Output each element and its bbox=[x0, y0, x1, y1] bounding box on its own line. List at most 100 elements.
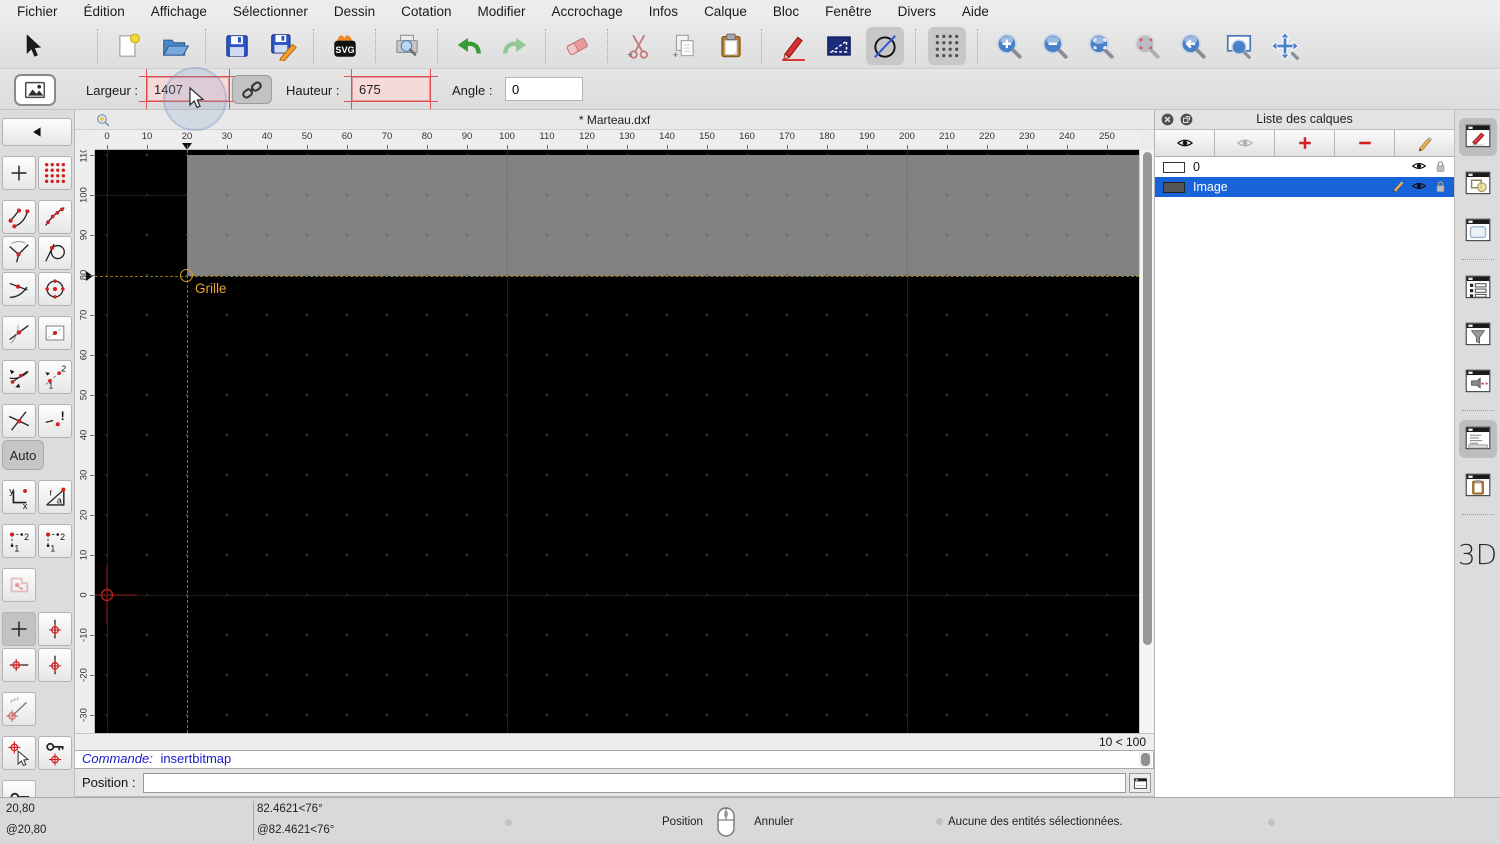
snap-grid-button[interactable] bbox=[38, 156, 72, 190]
canvas-vscroll-thumb[interactable] bbox=[1143, 152, 1152, 645]
svg-export-button[interactable] bbox=[326, 27, 364, 65]
layer-row-image[interactable]: Image bbox=[1155, 177, 1454, 197]
cut-button[interactable] bbox=[620, 27, 658, 65]
save-button[interactable] bbox=[218, 27, 256, 65]
snap-distance-button[interactable] bbox=[38, 404, 72, 438]
dock-command-button[interactable] bbox=[1458, 420, 1497, 458]
layer-visibility-icon[interactable] bbox=[1411, 178, 1427, 194]
eraser-button[interactable] bbox=[558, 27, 596, 65]
dock-clipboard-button[interactable] bbox=[1459, 467, 1497, 505]
zoom-in-button[interactable] bbox=[990, 27, 1028, 65]
menu-infos[interactable]: Infos bbox=[636, 4, 691, 19]
remove-layer-button[interactable] bbox=[1335, 130, 1395, 156]
layer-edit-icon[interactable] bbox=[1391, 179, 1405, 193]
dock-layer-edit-button[interactable] bbox=[1458, 118, 1497, 156]
dock-filter-button[interactable] bbox=[1459, 316, 1497, 354]
zoom-select-button[interactable] bbox=[1128, 27, 1166, 65]
back-button[interactable] bbox=[2, 118, 72, 146]
lock-relative-zero-button[interactable] bbox=[38, 736, 72, 770]
restrict-vertical-button[interactable] bbox=[38, 612, 72, 646]
width-input[interactable] bbox=[147, 77, 229, 101]
snap-intersection-button[interactable] bbox=[2, 404, 36, 438]
menu-modifier[interactable]: Modifier bbox=[464, 4, 538, 19]
menu-cotation[interactable]: Cotation bbox=[388, 4, 464, 19]
angle-input[interactable] bbox=[505, 77, 583, 101]
menu-selectionner[interactable]: Sélectionner bbox=[220, 4, 321, 19]
command-input[interactable] bbox=[143, 773, 1126, 793]
drawing-canvas[interactable]: Grille bbox=[95, 150, 1139, 733]
menu-affichage[interactable]: Affichage bbox=[138, 4, 220, 19]
restrict-angles-button[interactable] bbox=[2, 360, 36, 394]
snap-on-entity-button[interactable] bbox=[38, 200, 72, 234]
print-preview-button[interactable] bbox=[388, 27, 426, 65]
snap-endpoints-button[interactable] bbox=[2, 200, 36, 234]
zoom-auto-button[interactable] bbox=[1082, 27, 1120, 65]
menu-bloc[interactable]: Bloc bbox=[760, 4, 812, 19]
show-all-layers-button[interactable] bbox=[1155, 130, 1215, 156]
snap-free-button[interactable] bbox=[2, 156, 36, 190]
hide-all-layers-button[interactable] bbox=[1215, 130, 1275, 156]
add-layer-button[interactable] bbox=[1275, 130, 1335, 156]
auto-snap-button[interactable]: Auto bbox=[2, 440, 44, 470]
redo-button[interactable] bbox=[496, 27, 534, 65]
zoom-window-button[interactable] bbox=[1220, 27, 1258, 65]
snap-nearest-button[interactable] bbox=[2, 272, 36, 306]
command-scroll-thumb[interactable] bbox=[1141, 753, 1150, 766]
command-history-scrollbar[interactable] bbox=[1139, 752, 1152, 767]
layer-lock-icon[interactable] bbox=[1433, 179, 1448, 194]
circle-line-button[interactable] bbox=[866, 26, 904, 65]
snap-two-points-button[interactable] bbox=[38, 360, 72, 394]
ref-order-1-button[interactable] bbox=[2, 524, 36, 558]
dock-device-button[interactable] bbox=[1459, 363, 1497, 401]
folder-open-button[interactable] bbox=[156, 27, 194, 65]
dock-list-button[interactable] bbox=[1459, 269, 1497, 307]
coord-cartesian-button[interactable] bbox=[2, 480, 36, 514]
layer-visibility-icon[interactable] bbox=[1411, 158, 1427, 174]
circle-line-icon bbox=[870, 31, 900, 61]
grid-dots-button[interactable] bbox=[928, 26, 966, 65]
coord-polar-button[interactable] bbox=[38, 480, 72, 514]
select-rect-button[interactable] bbox=[820, 27, 858, 65]
undo-button[interactable] bbox=[450, 27, 488, 65]
menu-accrochage[interactable]: Accrochage bbox=[538, 4, 635, 19]
dock-library-button[interactable] bbox=[1459, 212, 1497, 250]
edit-layer-button[interactable] bbox=[1395, 130, 1454, 156]
restrict-horizontal-button[interactable] bbox=[2, 648, 36, 682]
pointer-button[interactable] bbox=[12, 27, 50, 65]
snap-tangent-button[interactable] bbox=[38, 236, 72, 270]
paste-button[interactable] bbox=[712, 27, 750, 65]
snap-reference-button[interactable] bbox=[38, 316, 72, 350]
layer-row-0[interactable]: 0 bbox=[1155, 157, 1454, 177]
command-detach-button[interactable] bbox=[1129, 773, 1151, 793]
menu-aide[interactable]: Aide bbox=[949, 4, 1002, 19]
snap-selection-faded-button[interactable] bbox=[2, 568, 36, 602]
snap-intersection-manual-button[interactable] bbox=[2, 236, 36, 270]
link-dimensions-button[interactable] bbox=[232, 75, 272, 104]
insert-image-button[interactable] bbox=[14, 74, 56, 106]
zoom-out-button[interactable] bbox=[1036, 27, 1074, 65]
snap-pointer-button[interactable] bbox=[2, 736, 36, 770]
height-input[interactable] bbox=[352, 77, 430, 101]
restrict-vertical-small-button[interactable] bbox=[38, 648, 72, 682]
restrict-nothing-button[interactable] bbox=[2, 612, 36, 646]
snap-center-button[interactable] bbox=[38, 272, 72, 306]
menu-fichier[interactable]: Fichier bbox=[4, 4, 71, 19]
drawing-window-titlebar[interactable]: * Marteau.dxf bbox=[75, 110, 1154, 130]
menu-edition[interactable]: Édition bbox=[71, 4, 138, 19]
zoom-pan-button[interactable] bbox=[1266, 27, 1304, 65]
canvas-vertical-scrollbar[interactable] bbox=[1139, 150, 1154, 733]
menu-fenetre[interactable]: Fenêtre bbox=[812, 4, 885, 19]
doc-new-button[interactable] bbox=[110, 27, 148, 65]
angle-indicator-button[interactable] bbox=[2, 692, 36, 726]
copy-button[interactable] bbox=[666, 27, 704, 65]
draw-pencil-button[interactable] bbox=[774, 27, 812, 65]
save-as-button[interactable] bbox=[264, 27, 302, 65]
layer-lock-icon[interactable] bbox=[1433, 159, 1448, 174]
zoom-prev-button[interactable] bbox=[1174, 27, 1212, 65]
dock-blocks-button[interactable] bbox=[1459, 165, 1497, 203]
menu-divers[interactable]: Divers bbox=[885, 4, 949, 19]
snap-middle-button[interactable] bbox=[2, 316, 36, 350]
ref-order-2-button[interactable] bbox=[38, 524, 72, 558]
menu-dessin[interactable]: Dessin bbox=[321, 4, 388, 19]
menu-calque[interactable]: Calque bbox=[691, 4, 760, 19]
